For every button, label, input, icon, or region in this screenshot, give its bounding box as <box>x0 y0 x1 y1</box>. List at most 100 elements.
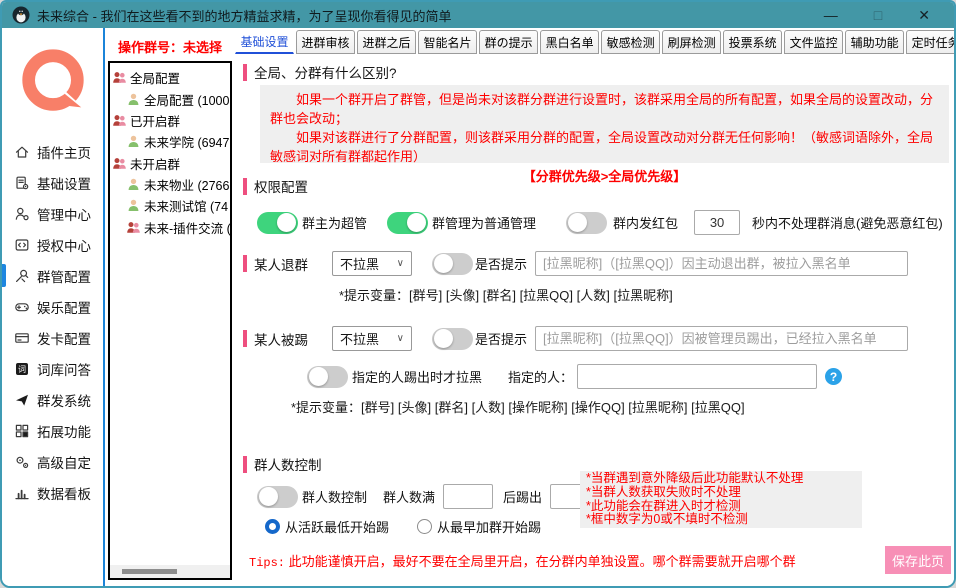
tips-prefix: Tips: <box>249 556 285 570</box>
group-icon <box>112 156 127 171</box>
select-value: 不拉黑 <box>340 329 379 348</box>
close-button[interactable]: ✕ <box>918 8 930 22</box>
red-packet-delay-input[interactable] <box>694 210 740 235</box>
sidebar-item-advanced-custom[interactable]: 高级自定 <box>2 446 103 477</box>
horizontal-scrollbar[interactable] <box>110 565 230 578</box>
group-tree-list: 全局配置 全局配置 (1000 已开启群 未来学院 (6947 <box>110 63 230 565</box>
tab-sensitive-detect[interactable]: 敏感检测 <box>601 30 660 54</box>
person-icon <box>126 92 141 107</box>
red-packet-toggle[interactable] <box>566 212 607 234</box>
kick-message-input[interactable] <box>535 326 908 351</box>
tab-file-monitor[interactable]: 文件监控 <box>784 30 843 54</box>
tree-item-label: 未来物业 (2766 <box>144 175 229 194</box>
kick-blacklist-select[interactable]: 不拉黑 ∨ <box>332 326 412 351</box>
sidebar-item-label: 群管配置 <box>37 266 91 286</box>
sidebar-item-auth-center[interactable]: 授权中心 <box>2 229 103 260</box>
leave-variables-hint: *提示变量：[群号] [头像] [群名] [拉黑QQ] [人数] [拉黑昵称] <box>339 285 673 304</box>
count-full-input[interactable] <box>443 484 493 509</box>
leave-notify-toggle[interactable] <box>432 253 473 275</box>
tab-vote-system[interactable]: 投票系统 <box>723 30 782 54</box>
sidebar-item-entertainment-config[interactable]: 娱乐配置 <box>2 291 103 322</box>
radio-lowest-activity[interactable] <box>265 519 280 534</box>
tree-item-future-test-hall[interactable]: 未来测试馆 (74 <box>112 195 230 216</box>
note-line: *当群遇到意外降级后此功能默认不处理 <box>586 472 856 486</box>
specified-person-toggle[interactable] <box>307 366 348 388</box>
home-icon <box>13 143 30 160</box>
window-title: 未来综合 - 我们在这些看不到的地方精益求精，为了呈现你看得见的简单 <box>37 6 452 25</box>
sidebar-item-mass-send-system[interactable]: 群发系统 <box>2 384 103 415</box>
specified-person-input[interactable] <box>577 364 817 389</box>
note-line: *框中数字为0或不填时不检测 <box>586 513 856 527</box>
tree-item-label: 全局配置 <box>130 68 180 87</box>
radio-earliest-joined[interactable] <box>417 519 432 534</box>
sidebar-item-label: 发卡配置 <box>37 328 91 348</box>
gears-icon <box>13 453 30 470</box>
person-icon <box>126 198 141 213</box>
section-title: 群人数控制 <box>254 454 322 474</box>
tree-item-label: 已开启群 <box>130 111 180 130</box>
member-count-toggle[interactable] <box>257 486 298 508</box>
minimize-button[interactable]: — <box>824 8 838 22</box>
tree-item-enabled-groups[interactable]: 已开启群 <box>112 110 230 131</box>
tab-black-white-list[interactable]: 黑白名单 <box>540 30 599 54</box>
sidebar-item-data-dashboard[interactable]: 数据看板 <box>2 477 103 508</box>
bar-chart-icon <box>13 484 30 501</box>
svg-text:词: 词 <box>18 365 26 374</box>
owner-super-admin-toggle[interactable] <box>257 212 298 234</box>
tree-item-disabled-groups[interactable]: 未开启群 <box>112 153 230 174</box>
tab-flood-detect[interactable]: 刷屏检测 <box>662 30 721 54</box>
tree-item-global-config-root[interactable]: 全局配置 <box>112 67 230 88</box>
section-accent-bar <box>243 178 247 195</box>
help-icon[interactable]: ? <box>825 368 842 385</box>
sidebar-item-basic-settings[interactable]: 基础设置 <box>2 167 103 198</box>
tree-item-global-config[interactable]: 全局配置 (1000 <box>112 88 230 109</box>
chevron-down-icon: ∨ <box>397 258 404 269</box>
tab-auxiliary-features[interactable]: 辅助功能 <box>845 30 904 54</box>
global-group-info-box: 如果一个群开启了群管，但是尚未对该群分群进行设置时，该群采用全局的所有配置，如果… <box>260 85 949 163</box>
section-title: 权限配置 <box>254 176 308 196</box>
tab-join-review[interactable]: 进群审核 <box>296 30 355 54</box>
sidebar-item-lexicon-qa[interactable]: 词 词库问答 <box>2 353 103 384</box>
save-page-button[interactable]: 保存此页 <box>885 546 951 574</box>
admin-normal-manage-toggle[interactable] <box>387 212 428 234</box>
section-accent-bar <box>243 64 247 81</box>
toggle-label: 是否提示 <box>475 329 527 348</box>
tree-item-future-academy[interactable]: 未来学院 (6947 <box>112 131 230 152</box>
kick-variables-hint: *提示变量：[群号] [头像] [群名] [人数] [操作昵称] [操作QQ] … <box>291 397 745 416</box>
specified-person-label: 指定的人： <box>508 367 573 386</box>
kick-notify-toggle[interactable] <box>432 328 473 350</box>
sidebar-item-admin-center[interactable]: 管理中心 <box>2 198 103 229</box>
sidebar-item-card-config[interactable]: 发卡配置 <box>2 322 103 353</box>
tree-item-future-plugin-exchange[interactable]: 未来-插件交流 ( <box>112 217 230 238</box>
tab-after-join[interactable]: 进群之后 <box>357 30 416 54</box>
sidebar-item-label: 群发系统 <box>37 390 91 410</box>
group-icon <box>112 70 127 85</box>
tree-item-future-property[interactable]: 未来物业 (2766 <box>112 174 230 195</box>
leave-blacklist-select[interactable]: 不拉黑 ∨ <box>332 251 412 276</box>
tab-basic-settings[interactable]: 基础设置 <box>235 30 294 54</box>
section-accent-bar <box>243 456 247 473</box>
sidebar-item-expansion-features[interactable]: 拓展功能 <box>2 415 103 446</box>
maximize-button[interactable]: □ <box>874 8 882 22</box>
person-icon <box>126 134 141 149</box>
sidebar-item-group-manage-config[interactable]: 群管配置 <box>2 260 103 291</box>
note-line: *当群人数获取失败时不处理 <box>586 486 856 500</box>
app-penguin-icon <box>12 6 30 24</box>
leave-message-input[interactable] <box>535 251 908 276</box>
scrollbar-thumb[interactable] <box>122 569 177 574</box>
tab-group-tips[interactable]: 群の提示 <box>479 30 538 54</box>
tree-item-label: 全局配置 (1000 <box>144 90 229 109</box>
tab-smart-card[interactable]: 智能名片 <box>418 30 477 54</box>
select-value: 不拉黑 <box>340 254 379 273</box>
tree-item-label: 未来-插件交流 ( <box>144 218 230 237</box>
chevron-down-icon: ∨ <box>397 333 404 344</box>
tips-text: 此功能谨慎开启，最好不要在全局里开启，在分群内单独设置。哪个群需要就开启哪个群 <box>285 554 796 569</box>
app-logo <box>16 44 90 124</box>
toggle-label: 群内发红包 <box>613 213 678 232</box>
tab-scheduled-tasks[interactable]: 定时任务 <box>906 30 956 54</box>
kick-specified-row: 指定的人踢出时才拉黑 指定的人： ? <box>307 364 842 389</box>
sidebar-item-plugin-home[interactable]: 插件主页 <box>2 136 103 167</box>
section-accent-bar <box>243 330 247 347</box>
tree-item-label: 未来测试馆 (74 <box>144 196 228 215</box>
word-square-icon: 词 <box>13 360 30 377</box>
